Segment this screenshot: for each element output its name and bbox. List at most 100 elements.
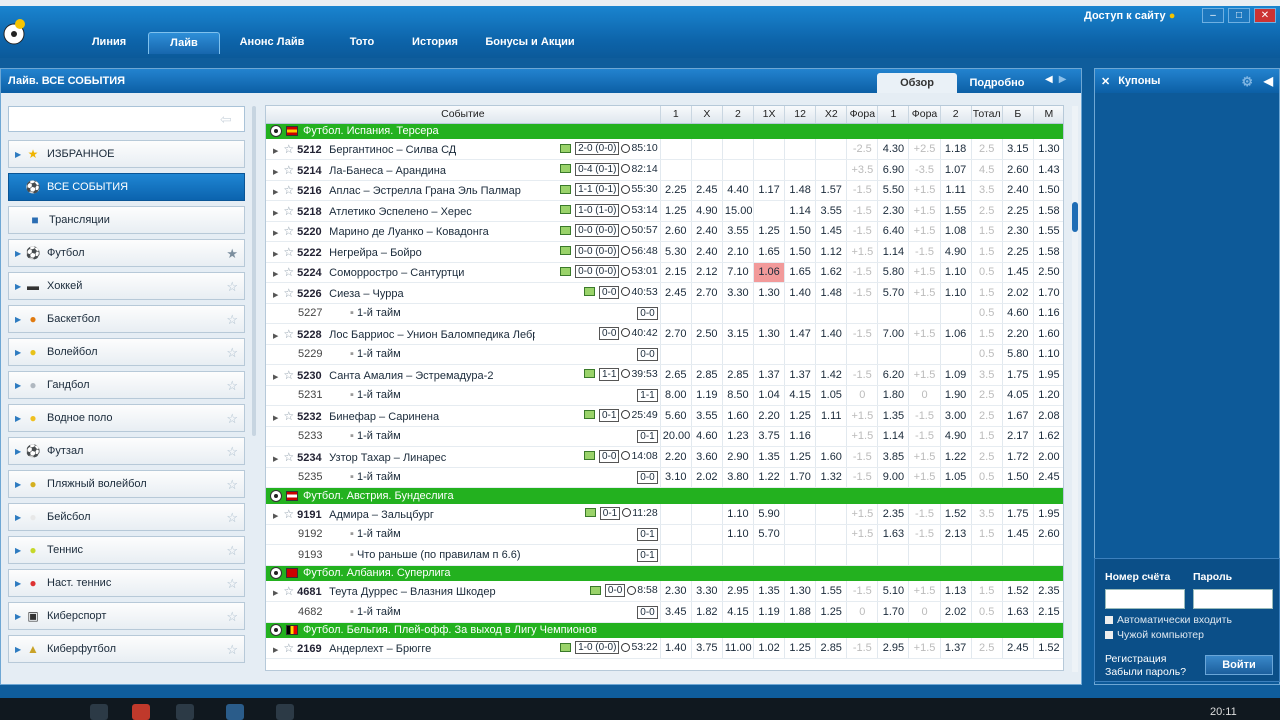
odds-cell[interactable]: 2.40 xyxy=(691,221,723,242)
column-header-11[interactable]: Тотал xyxy=(971,106,1003,124)
odds-cell[interactable]: 1.63 xyxy=(1002,601,1034,623)
sidebar-search-box[interactable]: ⇦ xyxy=(8,106,245,132)
forgot-password-link[interactable]: Забыли пароль? xyxy=(1105,666,1186,679)
odds-cell[interactable]: 8.50 xyxy=(722,385,755,406)
favorite-star-icon[interactable]: ☆ xyxy=(283,265,294,279)
column-header-7[interactable]: Фора xyxy=(846,106,879,124)
match-name[interactable]: Андерлехт – Брюгге xyxy=(329,643,535,655)
odds-cell[interactable]: 4.05 xyxy=(1002,385,1034,406)
odds-cell[interactable]: 1.65 xyxy=(784,262,817,283)
back-arrow-icon[interactable]: ⇦ xyxy=(220,112,240,126)
odds-cell[interactable]: 1.25 xyxy=(753,221,786,242)
event-cell[interactable]: ▶ ☆ 5214 Ла-Банеса – Арандина 0-4 (0-1) 82:14 xyxy=(266,159,661,181)
tv-broadcast-icon[interactable] xyxy=(584,508,596,518)
register-link[interactable]: Регистрация xyxy=(1105,653,1186,666)
column-header-8[interactable]: 1 xyxy=(877,106,910,124)
odds-cell[interactable]: 1.70 xyxy=(1033,282,1063,304)
odds-cell[interactable]: 1.13 xyxy=(940,581,972,602)
odds-cell[interactable]: 1.16 xyxy=(1033,303,1063,324)
match-row[interactable]: ▶ ☆ 5220 Марино де Луанко – Ковадонга 0-0 (0… xyxy=(266,221,1063,242)
odds-cell[interactable]: 2.30 xyxy=(660,581,692,602)
close-coupons-icon[interactable]: ✕ xyxy=(1101,75,1110,88)
odds-cell[interactable]: 1.30 xyxy=(753,323,786,345)
odds-cell[interactable] xyxy=(722,159,755,181)
login-button[interactable]: Войти xyxy=(1205,655,1273,675)
odds-cell[interactable]: 1.25 xyxy=(784,638,817,659)
tab-overview[interactable]: Обзор xyxy=(877,73,957,93)
expand-arrow-icon[interactable]: ▶ xyxy=(15,348,25,357)
match-name[interactable]: Негрейра – Бойро xyxy=(329,247,535,259)
sub-market-name[interactable]: ▪ 1-й тайм xyxy=(330,348,536,360)
odds-cell[interactable] xyxy=(722,139,755,160)
sidebar-item-4[interactable]: ▶ ▬ Хоккей ☆ xyxy=(8,272,245,300)
tv-broadcast-icon[interactable] xyxy=(560,143,572,153)
odds-cell[interactable] xyxy=(1002,544,1034,566)
odds-cell[interactable]: 1.10 xyxy=(940,282,972,304)
favorite-star-icon[interactable]: ☆ xyxy=(283,224,294,238)
expand-arrow-icon[interactable]: ▶ xyxy=(15,447,25,456)
odds-cell[interactable]: 5.70 xyxy=(877,282,910,304)
odds-cell[interactable]: 1.14 xyxy=(784,200,817,222)
sub-market-row[interactable]: 5227 ▪ 1-й тайм 0-0 0.5 4.60 1.16 xyxy=(266,303,1063,324)
odds-cell[interactable]: 15.00 xyxy=(722,200,755,222)
maximize-icon[interactable]: □ xyxy=(1228,8,1250,23)
favorite-star-icon[interactable]: ☆ xyxy=(226,510,238,526)
match-row[interactable]: ▶ ☆ 5212 Бергантинос – Силва СД 2-0 (0-0) 85:… xyxy=(266,139,1063,160)
match-row[interactable]: ▶ ☆ 5222 Негрейра – Бойро 0-0 (0-0) 56:48 5.30… xyxy=(266,241,1063,263)
odds-cell[interactable]: 3.85 xyxy=(877,446,910,468)
expand-arrow-icon[interactable]: ▶ xyxy=(273,230,278,237)
odds-cell[interactable]: 2.10 xyxy=(722,241,755,263)
odds-cell[interactable] xyxy=(660,303,692,324)
odds-cell[interactable] xyxy=(753,200,786,222)
odds-cell[interactable]: 3.10 xyxy=(660,467,692,488)
match-name[interactable]: Бинефар – Саринена xyxy=(329,411,535,423)
odds-cell[interactable]: 1.02 xyxy=(753,638,786,659)
match-row[interactable]: ▶ ☆ 5214 Ла-Банеса – Арандина 0-4 (0-1) 82:14… xyxy=(266,159,1063,181)
odds-cell[interactable]: 1.16 xyxy=(784,426,817,447)
odds-cell[interactable]: 3.55 xyxy=(691,405,723,427)
expand-arrow-icon[interactable]: ▶ xyxy=(273,415,278,422)
odds-cell[interactable] xyxy=(660,344,692,365)
league-header[interactable]: Футбол. Албания. Суперлига xyxy=(266,565,1063,581)
sidebar-item-0[interactable]: ▶ ★ ИЗБРАННОЕ xyxy=(8,140,245,168)
match-row[interactable]: ▶ ☆ 5234 Узтор Тахар – Линарес 0-0 14:08 2.20 3… xyxy=(266,446,1063,468)
odds-cell[interactable]: 1.65 xyxy=(753,241,786,263)
odds-cell[interactable]: 2.65 xyxy=(660,364,692,386)
odds-cell[interactable]: 2.45 xyxy=(1002,638,1034,659)
match-name[interactable]: Теута Дуррес – Влазния Шкодер xyxy=(329,586,535,598)
favorite-star-icon[interactable]: ☆ xyxy=(283,507,294,521)
match-row[interactable]: ▶ ☆ 5226 Сиеза – Чурра 0-0 40:53 2.45 2.70 3.30 1… xyxy=(266,282,1063,304)
odds-cell[interactable]: 2.30 xyxy=(1002,221,1034,242)
odds-cell[interactable]: 1.05 xyxy=(815,385,848,406)
odds-cell[interactable] xyxy=(753,344,786,365)
sidebar-item-1[interactable]: ⚽ ВСЕ СОБЫТИЯ xyxy=(8,173,245,201)
odds-cell[interactable]: 1.25 xyxy=(815,601,848,623)
sidebar-item-7[interactable]: ▶ ● Гандбол ☆ xyxy=(8,371,245,399)
odds-cell[interactable]: 2.60 xyxy=(1002,159,1034,181)
odds-cell[interactable] xyxy=(660,503,692,525)
odds-cell[interactable]: 1.22 xyxy=(753,467,786,488)
odds-cell[interactable]: 1.05 xyxy=(940,467,972,488)
odds-cell[interactable]: 4.40 xyxy=(722,180,755,201)
odds-cell[interactable] xyxy=(815,524,848,545)
tv-broadcast-icon[interactable] xyxy=(560,246,572,256)
arrow-left-icon[interactable]: ◀ xyxy=(1045,74,1059,85)
odds-cell[interactable] xyxy=(815,303,848,324)
match-row[interactable]: ▶ ☆ 5224 Соморростро – Сантуртци 0-0 (0-0) 53… xyxy=(266,262,1063,283)
odds-cell[interactable] xyxy=(815,159,848,181)
odds-cell[interactable]: 2.50 xyxy=(1033,262,1063,283)
odds-cell[interactable]: 7.00 xyxy=(877,323,910,345)
event-cell[interactable]: 9193 ▪ Что раньше (по правилам п 6.6) 0-1 xyxy=(266,544,661,566)
tv-broadcast-icon[interactable] xyxy=(560,184,572,194)
favorite-star-icon[interactable]: ☆ xyxy=(226,279,238,295)
odds-cell[interactable]: 1.67 xyxy=(1002,405,1034,427)
tv-broadcast-icon[interactable] xyxy=(583,369,595,379)
odds-cell[interactable]: 4.30 xyxy=(877,139,910,160)
expand-arrow-icon[interactable]: ▶ xyxy=(273,647,278,654)
column-header-0[interactable]: Событие xyxy=(266,106,661,124)
expand-arrow-icon[interactable]: ▶ xyxy=(273,271,278,278)
odds-cell[interactable]: 1.52 xyxy=(1002,581,1034,602)
odds-cell[interactable]: 4.15 xyxy=(722,601,755,623)
match-row[interactable]: ▶ ☆ 5218 Атлетико Эспелено – Херес 1-0 (1-0)… xyxy=(266,200,1063,222)
favorite-star-icon[interactable]: ☆ xyxy=(283,183,294,197)
